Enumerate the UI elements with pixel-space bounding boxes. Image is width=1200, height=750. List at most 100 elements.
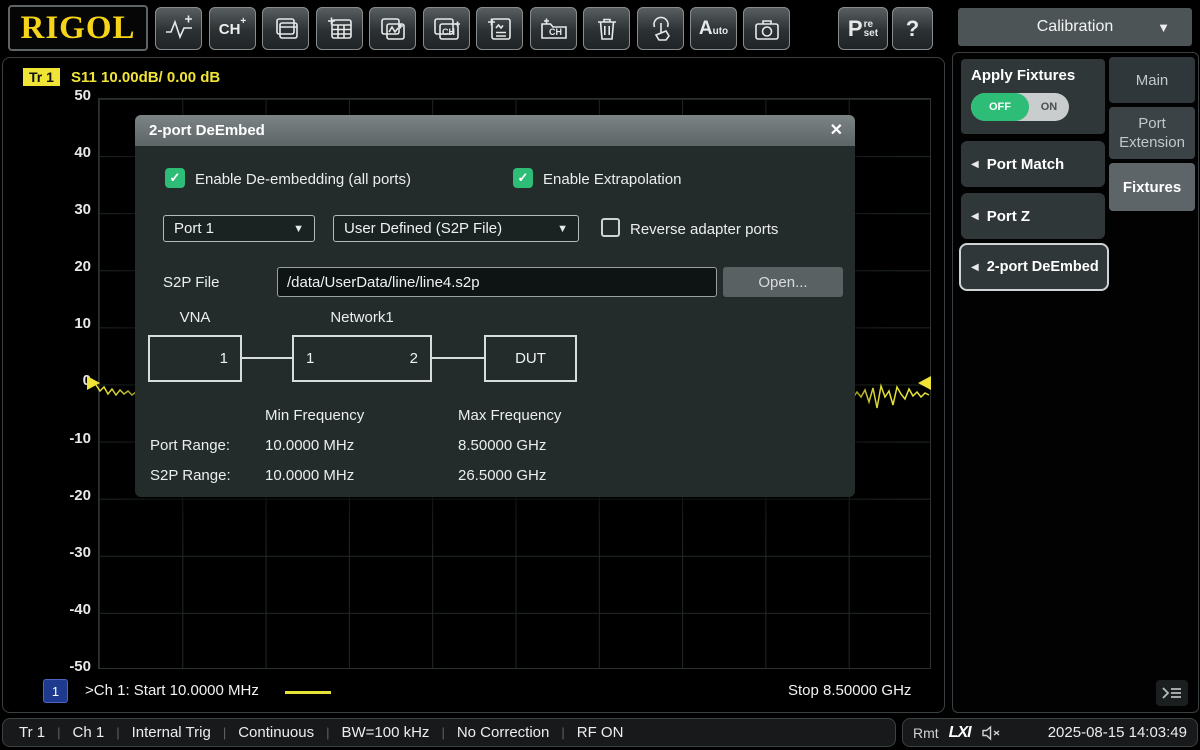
channel-folder-button[interactable]: CH — [530, 7, 577, 50]
type-select-dropdown[interactable]: User Defined (S2P File) ▼ — [333, 215, 579, 242]
sidebar-item-port-match[interactable]: ◀ Port Match — [961, 141, 1105, 187]
tab-port-extension[interactable]: Port Extension — [1109, 107, 1195, 159]
calibration-menu-title: Calibration — [1037, 18, 1113, 36]
add-channel-window-button[interactable]: CH — [423, 7, 470, 50]
save-trace-data-button[interactable] — [476, 7, 523, 50]
touch-mode-button[interactable] — [637, 7, 684, 50]
channel-window-icon: CH — [432, 16, 462, 42]
chevron-down-icon: ▼ — [1157, 20, 1170, 35]
chevron-down-icon: ▼ — [557, 223, 568, 235]
channel-stop-label[interactable]: Stop 8.50000 GHz — [788, 682, 911, 699]
enable-extrapolation-checkbox[interactable]: ✓ — [513, 168, 533, 188]
status-channel[interactable]: Ch 1 — [73, 724, 105, 741]
measurement-table-icon — [326, 16, 354, 42]
s2p-range-max: 26.5000 GHz — [458, 467, 546, 484]
apply-fixtures-toggle[interactable]: OFF ON — [971, 93, 1069, 121]
status-bar: Tr 1 | Ch 1 | Internal Trig | Continuous | B… — [0, 716, 1200, 750]
wire-vna-network — [242, 357, 292, 359]
measurement-setup-button[interactable] — [316, 7, 363, 50]
trace-color-indicator — [285, 691, 331, 694]
speaker-muted-icon[interactable] — [981, 725, 1001, 741]
delete-button[interactable] — [583, 7, 630, 50]
reverse-adapter-label: Reverse adapter ports — [630, 221, 778, 238]
auto-scale-button[interactable]: Auto — [690, 7, 737, 50]
status-bandwidth[interactable]: BW=100 kHz — [341, 724, 429, 741]
status-sweep[interactable]: Continuous — [238, 724, 314, 741]
open-button[interactable]: Open... — [723, 267, 843, 297]
tab-fixtures-label: Fixtures — [1123, 178, 1181, 197]
port-range-label: Port Range: — [150, 437, 230, 454]
close-icon[interactable]: ✕ — [830, 120, 843, 140]
help-button[interactable]: ? — [892, 7, 933, 50]
sidebar-item-port-z[interactable]: ◀ Port Z — [961, 193, 1105, 239]
enable-deembedding-checkbox[interactable]: ✓ — [165, 168, 185, 188]
vna-box: 1 — [148, 335, 242, 382]
toggle-on-segment[interactable]: ON — [1029, 93, 1069, 121]
calibration-menu-header[interactable]: Calibration ▼ — [958, 8, 1192, 46]
s2p-file-input[interactable]: /data/UserData/line/line4.s2p — [277, 267, 717, 297]
separator: | — [561, 725, 564, 740]
tab-main-label: Main — [1136, 71, 1169, 90]
port-range-min: 10.0000 MHz — [265, 437, 354, 454]
channel-number-badge[interactable]: 1 — [43, 679, 68, 703]
network-port1-number: 1 — [306, 350, 314, 367]
s2p-file-label: S2P File — [163, 274, 219, 291]
status-correction[interactable]: No Correction — [457, 724, 550, 741]
auto-icon: Auto — [699, 18, 728, 40]
separator: | — [441, 725, 444, 740]
port-z-label: Port Z — [987, 208, 1030, 225]
tab-fixtures[interactable]: Fixtures — [1109, 163, 1195, 211]
trash-icon — [594, 16, 620, 42]
channel-start-label[interactable]: >Ch 1: Start 10.0000 MHz — [85, 682, 259, 699]
rigol-logo-text: RIGOL — [20, 10, 135, 47]
trace-window-icon — [379, 16, 407, 42]
preset-icon: P reset — [848, 16, 878, 42]
svg-text:CH: CH — [442, 27, 455, 37]
status-trigger[interactable]: Internal Trig — [132, 724, 211, 741]
hide-menu-button[interactable] — [1156, 680, 1188, 706]
network1-label: Network1 — [292, 309, 432, 326]
chevron-left-icon: ◀ — [971, 159, 979, 170]
preset-button[interactable]: P reset — [838, 7, 888, 50]
separator: | — [57, 725, 60, 740]
sidebar-item-2port-deembed[interactable]: ◀ 2-port DeEmbed — [959, 243, 1109, 291]
add-trace-window-button[interactable] — [369, 7, 416, 50]
toggle-off-segment[interactable]: OFF — [971, 93, 1029, 121]
dut-label: DUT — [515, 350, 546, 367]
camera-icon — [753, 17, 781, 41]
port-select-value: Port 1 — [174, 220, 214, 237]
status-rf[interactable]: RF ON — [577, 724, 624, 741]
wire-network-dut — [432, 357, 484, 359]
remote-indicator: Rmt — [913, 725, 939, 741]
type-select-value: User Defined (S2P File) — [344, 220, 502, 237]
apply-fixtures-panel: Apply Fixtures OFF ON — [961, 59, 1105, 134]
save-trace-icon — [486, 16, 514, 42]
screenshot-button[interactable] — [743, 7, 790, 50]
vna-label: VNA — [148, 309, 242, 326]
dialog-titlebar[interactable]: 2-port DeEmbed ✕ — [135, 115, 855, 146]
apply-fixtures-label: Apply Fixtures — [971, 67, 1075, 84]
port-match-label: Port Match — [987, 156, 1065, 173]
channel-add-button[interactable]: CH+ — [209, 7, 256, 50]
datetime-label: 2025-08-15 14:03:49 — [1048, 724, 1187, 741]
s2p-range-label: S2P Range: — [150, 467, 231, 484]
network-port2-number: 2 — [410, 350, 418, 367]
window-layout-button[interactable] — [262, 7, 309, 50]
check-icon: ✓ — [170, 170, 181, 186]
port-select-dropdown[interactable]: Port 1 ▼ — [163, 215, 315, 242]
tab-port-extension-label: Port Extension — [1109, 114, 1195, 152]
trace-add-button[interactable] — [155, 7, 202, 50]
chevron-left-icon: ◀ — [971, 211, 979, 222]
touch-icon — [648, 16, 674, 42]
collapse-menu-icon — [1161, 684, 1183, 702]
status-trace[interactable]: Tr 1 — [19, 724, 45, 741]
status-left-box: Tr 1 | Ch 1 | Internal Trig | Continuous | B… — [2, 718, 896, 747]
deembed-dialog: 2-port DeEmbed ✕ ✓ Enable De-embedding (… — [135, 115, 855, 497]
s2p-range-min: 10.0000 MHz — [265, 467, 354, 484]
separator: | — [326, 725, 329, 740]
reverse-adapter-checkbox[interactable] — [601, 218, 620, 237]
min-frequency-header: Min Frequency — [265, 407, 364, 424]
help-icon: ? — [906, 16, 919, 42]
tab-main[interactable]: Main — [1109, 57, 1195, 103]
sidebar-panel: Apply Fixtures OFF ON ◀ Port Match ◀ Por… — [952, 52, 1199, 713]
